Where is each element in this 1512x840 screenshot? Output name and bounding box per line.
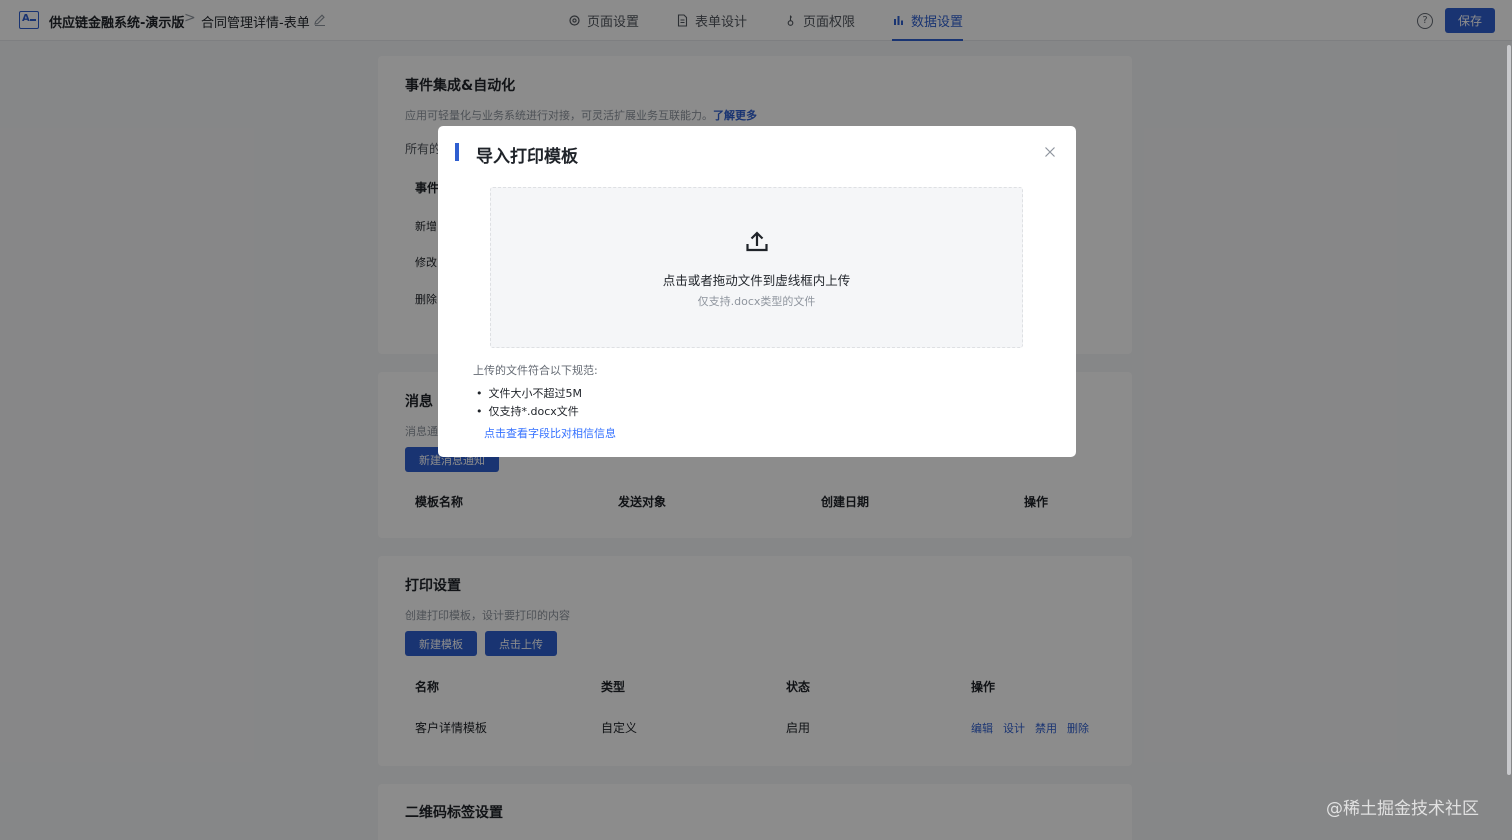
field-compare-link[interactable]: 点击查看字段比对相信信息 bbox=[484, 425, 616, 441]
watermark: @稀土掘金技术社区 bbox=[1326, 799, 1479, 819]
import-template-modal: 导入打印模板 点击或者拖动文件到虚线框内上传 仅支持.docx类型的文件 上传的… bbox=[438, 126, 1076, 457]
page-scrollbar-thumb[interactable] bbox=[1507, 45, 1511, 775]
dropzone-hint: 仅支持.docx类型的文件 bbox=[697, 295, 816, 308]
rules-title: 上传的文件符合以下规范: bbox=[473, 364, 598, 377]
rule-item: 文件大小不超过5M bbox=[476, 385, 583, 401]
title-accent-bar bbox=[455, 143, 459, 161]
rule-item: 仅支持*.docx文件 bbox=[476, 403, 579, 419]
upload-icon bbox=[746, 231, 768, 252]
close-icon[interactable] bbox=[1043, 145, 1057, 159]
modal-title: 导入打印模板 bbox=[476, 147, 578, 167]
dropzone-instruction: 点击或者拖动文件到虚线框内上传 bbox=[662, 273, 851, 288]
upload-dropzone[interactable]: 点击或者拖动文件到虚线框内上传 仅支持.docx类型的文件 bbox=[490, 187, 1023, 348]
